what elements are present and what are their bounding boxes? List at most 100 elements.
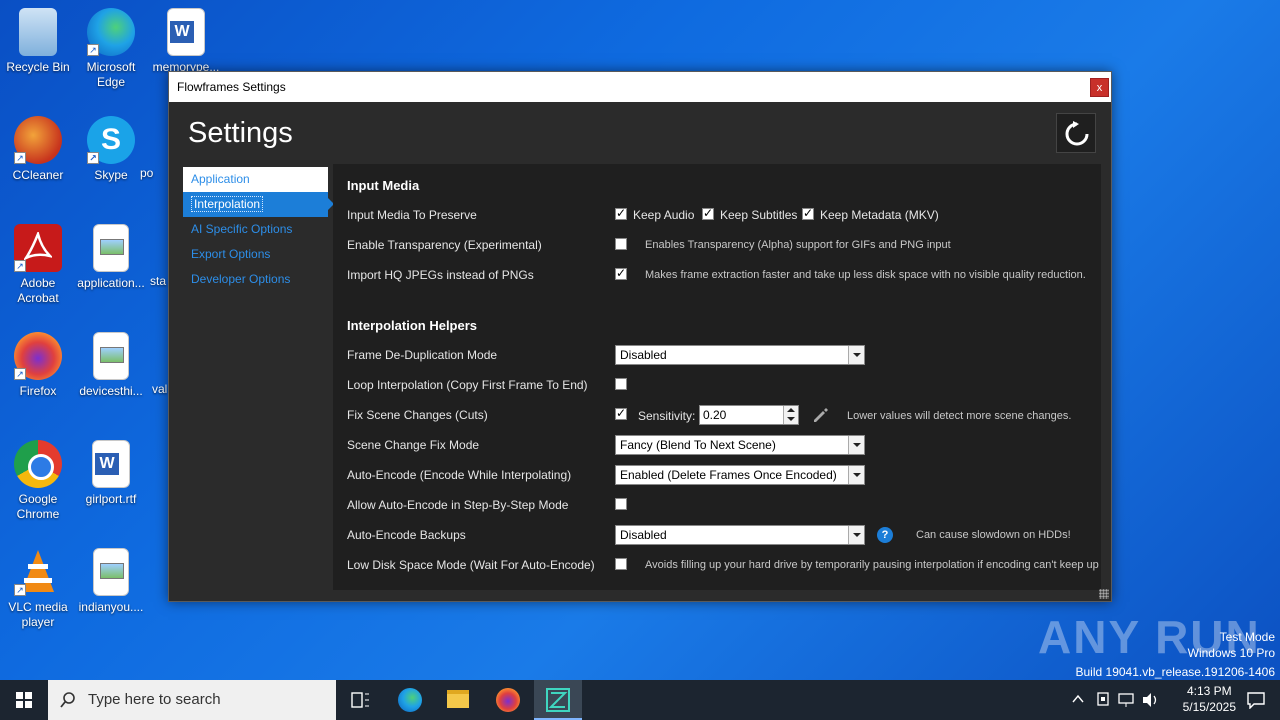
hq-jpegs-label: Import HQ JPEGs instead of PNGs — [347, 268, 534, 282]
input-media-preserve-label: Input Media To Preserve — [347, 208, 477, 222]
scene-mode-value: Fancy (Blend To Next Scene) — [620, 438, 776, 452]
hq-jpegs-checkbox[interactable] — [615, 266, 627, 280]
sensitivity-label: Sensitivity: — [638, 409, 696, 423]
tab-application[interactable]: Application — [183, 167, 328, 192]
desktop-icon-acrobat[interactable]: ↗ Adobe Acrobat — [0, 224, 76, 306]
spin-arrows-icon[interactable] — [783, 406, 798, 424]
desktop-icon-val[interactable]: val — [152, 382, 168, 397]
low-disk-checkbox[interactable] — [615, 558, 627, 570]
close-button[interactable]: x — [1090, 78, 1109, 97]
section-title-interpolation-helpers: Interpolation Helpers — [347, 318, 478, 333]
taskbar-firefox[interactable] — [484, 680, 532, 720]
tab-label: AI Specific Options — [191, 222, 293, 236]
task-view-icon — [351, 692, 369, 708]
desktop-icon-sta[interactable]: sta — [150, 274, 168, 289]
tab-export-options[interactable]: Export Options — [183, 242, 328, 267]
desktop-icon-recycle-bin[interactable]: Recycle Bin — [0, 8, 76, 75]
tab-label: Developer Options — [191, 272, 291, 286]
keep-audio-checkbox[interactable] — [615, 206, 627, 220]
dedup-mode-dropdown[interactable]: Disabled — [615, 345, 865, 365]
word-document-icon: W — [167, 8, 205, 56]
search-icon — [60, 692, 75, 708]
page-title: Settings — [188, 117, 293, 149]
sensitivity-stepper[interactable]: 0.20 — [699, 405, 799, 425]
desktop-icon-indianyou[interactable]: indianyou.... — [73, 548, 149, 615]
sensitivity-hint: Lower values will detect more scene chan… — [847, 410, 1072, 422]
desktop-icon-ccleaner[interactable]: ↗ CCleaner — [0, 116, 76, 183]
ccleaner-icon: ↗ — [14, 116, 62, 164]
help-icon[interactable]: ? — [877, 527, 893, 543]
tab-ai-specific-options[interactable]: AI Specific Options — [183, 217, 328, 242]
keep-subtitles-label: Keep Subtitles — [720, 208, 798, 222]
chevron-down-icon — [848, 346, 864, 364]
taskbar-search-box[interactable]: Type here to search — [48, 680, 336, 720]
network-icon[interactable] — [1118, 692, 1136, 708]
image-file-icon — [93, 332, 129, 380]
desktop-icon-label: VLC media player — [8, 600, 68, 629]
desktop-icon-vlc[interactable]: ↗ VLC media player — [0, 548, 76, 630]
hq-jpegs-hint: Makes frame extraction faster and take u… — [645, 269, 1086, 281]
dedup-mode-value: Disabled — [620, 348, 667, 362]
desktop-icon-firefox[interactable]: ↗ Firefox — [0, 332, 76, 399]
recycle-bin-icon — [19, 8, 57, 56]
keep-subtitles-checkbox[interactable] — [702, 206, 714, 220]
chevron-down-icon — [848, 526, 864, 544]
scene-mode-dropdown[interactable]: Fancy (Blend To Next Scene) — [615, 435, 865, 455]
settings-window: Flowframes Settings x Settings Applicati… — [168, 71, 1112, 602]
taskbar: Type here to search 4:13 PM 5/15/2025 — [0, 680, 1280, 720]
desktop-icon-label: application... — [77, 276, 145, 290]
desktop-icon-label: Google Chrome — [16, 492, 60, 521]
desktop-icon-po[interactable]: po — [140, 166, 168, 181]
pencil-icon[interactable] — [811, 406, 829, 424]
notifications-button[interactable] — [1232, 680, 1280, 720]
volume-icon[interactable] — [1142, 692, 1160, 708]
desktop-icon-application[interactable]: application... — [73, 224, 149, 291]
auto-encode-dropdown[interactable]: Enabled (Delete Frames Once Encoded) — [615, 465, 865, 485]
desktop-icon-label: devicesthi... — [79, 384, 143, 398]
notification-icon — [1247, 692, 1265, 709]
section-title-input-media: Input Media — [347, 178, 420, 193]
desktop-icon-devicesthi[interactable]: devicesthi... — [73, 332, 149, 399]
skype-icon: S ↗ — [87, 116, 135, 164]
loop-checkbox[interactable] — [615, 378, 627, 390]
resize-grip[interactable] — [1099, 589, 1109, 599]
desktop-icon-label: Recycle Bin — [6, 60, 70, 74]
desktop-icon-edge[interactable]: ↗ Microsoft Edge — [73, 8, 149, 90]
sensitivity-value: 0.20 — [703, 408, 727, 422]
auto-encode-step-checkbox[interactable] — [615, 498, 627, 510]
backups-label: Auto-Encode Backups — [347, 528, 466, 542]
desktop-icon-skype[interactable]: S ↗ Skype — [73, 116, 149, 183]
taskbar-edge[interactable] — [386, 680, 434, 720]
backups-dropdown[interactable]: Disabled — [615, 525, 865, 545]
desktop-icon-chrome[interactable]: Google Chrome — [0, 440, 76, 522]
vlc-icon: ↗ — [14, 548, 62, 596]
tab-label: Application — [191, 172, 250, 186]
keep-metadata-checkbox[interactable] — [802, 206, 814, 220]
settings-nav: Application Interpolation AI Specific Op… — [183, 167, 334, 292]
device-icon[interactable] — [1096, 692, 1110, 708]
desktop-icon-girlport[interactable]: W girlport.rtf — [73, 440, 149, 507]
desktop-icon-memorype[interactable]: W memorype... — [148, 8, 224, 75]
word-document-icon: W — [92, 440, 130, 488]
taskbar-file-explorer[interactable] — [434, 680, 482, 720]
tab-interpolation[interactable]: Interpolation — [183, 192, 334, 217]
desktop-icon-label: sta — [150, 274, 167, 288]
scene-changes-checkbox[interactable] — [615, 406, 627, 420]
transparency-checkbox[interactable] — [615, 238, 627, 250]
taskbar-flowframes[interactable] — [534, 680, 582, 720]
chrome-icon — [14, 440, 62, 488]
transparency-hint: Enables Transparency (Alpha) support for… — [645, 239, 951, 251]
chevron-up-icon[interactable] — [1072, 694, 1084, 704]
reset-button[interactable] — [1056, 113, 1096, 153]
desktop-icon-label: Adobe Acrobat — [17, 276, 59, 305]
start-button[interactable] — [0, 680, 48, 720]
window-title: Flowframes Settings — [177, 80, 286, 94]
title-bar[interactable]: Flowframes Settings x — [169, 72, 1111, 102]
desktop-icon-label: po — [140, 166, 154, 180]
taskbar-clock[interactable]: 4:13 PM 5/15/2025 — [1183, 683, 1236, 715]
task-view-button[interactable] — [336, 680, 384, 720]
tab-label: Export Options — [191, 247, 271, 261]
desktop-icon-label: girlport.rtf — [85, 492, 137, 506]
tab-developer-options[interactable]: Developer Options — [183, 267, 328, 292]
keep-audio-label: Keep Audio — [633, 208, 695, 222]
